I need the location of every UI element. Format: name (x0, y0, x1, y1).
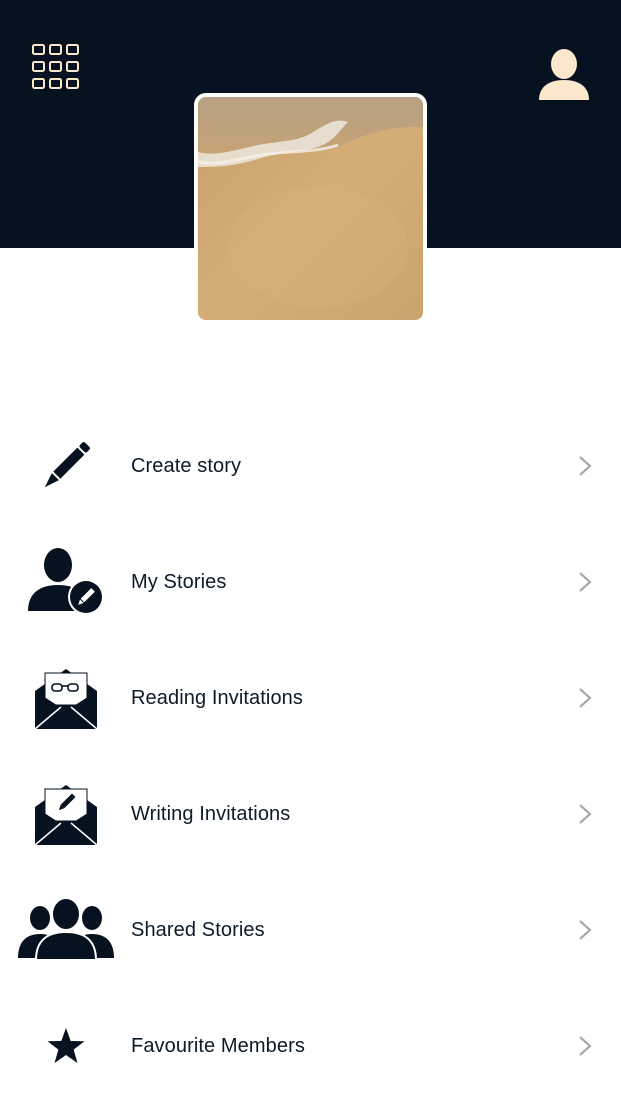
menu-item-create-story[interactable]: Create story (0, 408, 621, 524)
group-icon (18, 898, 114, 961)
menu-item-label: Create story (131, 455, 242, 477)
menu-item-label: Writing Invitations (131, 803, 291, 825)
chevron-right-icon (579, 1036, 592, 1056)
menu-item-label: My Stories (131, 571, 227, 593)
story-cover-image[interactable] (194, 93, 427, 324)
menu-item-writing-invitations[interactable]: Writing Invitations (0, 756, 621, 872)
menu-item-favourite-members[interactable]: Favourite Members (0, 988, 621, 1104)
pencil-icon (44, 442, 90, 488)
grid-icon (32, 44, 79, 89)
menu-item-label: Reading Invitations (131, 687, 304, 709)
sand-beach-photo (198, 97, 423, 320)
menu-item-label: Favourite Members (131, 1035, 305, 1057)
chevron-right-icon (579, 804, 592, 824)
envelope-pencil-icon (34, 785, 98, 846)
main-menu: Create story My Stories Reading Invitati… (0, 408, 621, 1104)
user-icon (539, 49, 589, 100)
chevron-right-icon (579, 456, 592, 476)
menu-item-reading-invitations[interactable]: Reading Invitations (0, 640, 621, 756)
menu-item-my-stories[interactable]: My Stories (0, 524, 621, 640)
menu-item-shared-stories[interactable]: Shared Stories (0, 872, 621, 988)
star-icon (47, 1028, 85, 1063)
envelope-glasses-icon (34, 669, 98, 730)
profile-button[interactable] (536, 46, 592, 102)
grid-menu-button[interactable] (30, 42, 80, 92)
chevron-right-icon (579, 920, 592, 940)
user-edit-icon (28, 548, 104, 615)
chevron-right-icon (579, 572, 592, 592)
menu-item-label: Shared Stories (131, 919, 265, 941)
chevron-right-icon (579, 688, 592, 708)
